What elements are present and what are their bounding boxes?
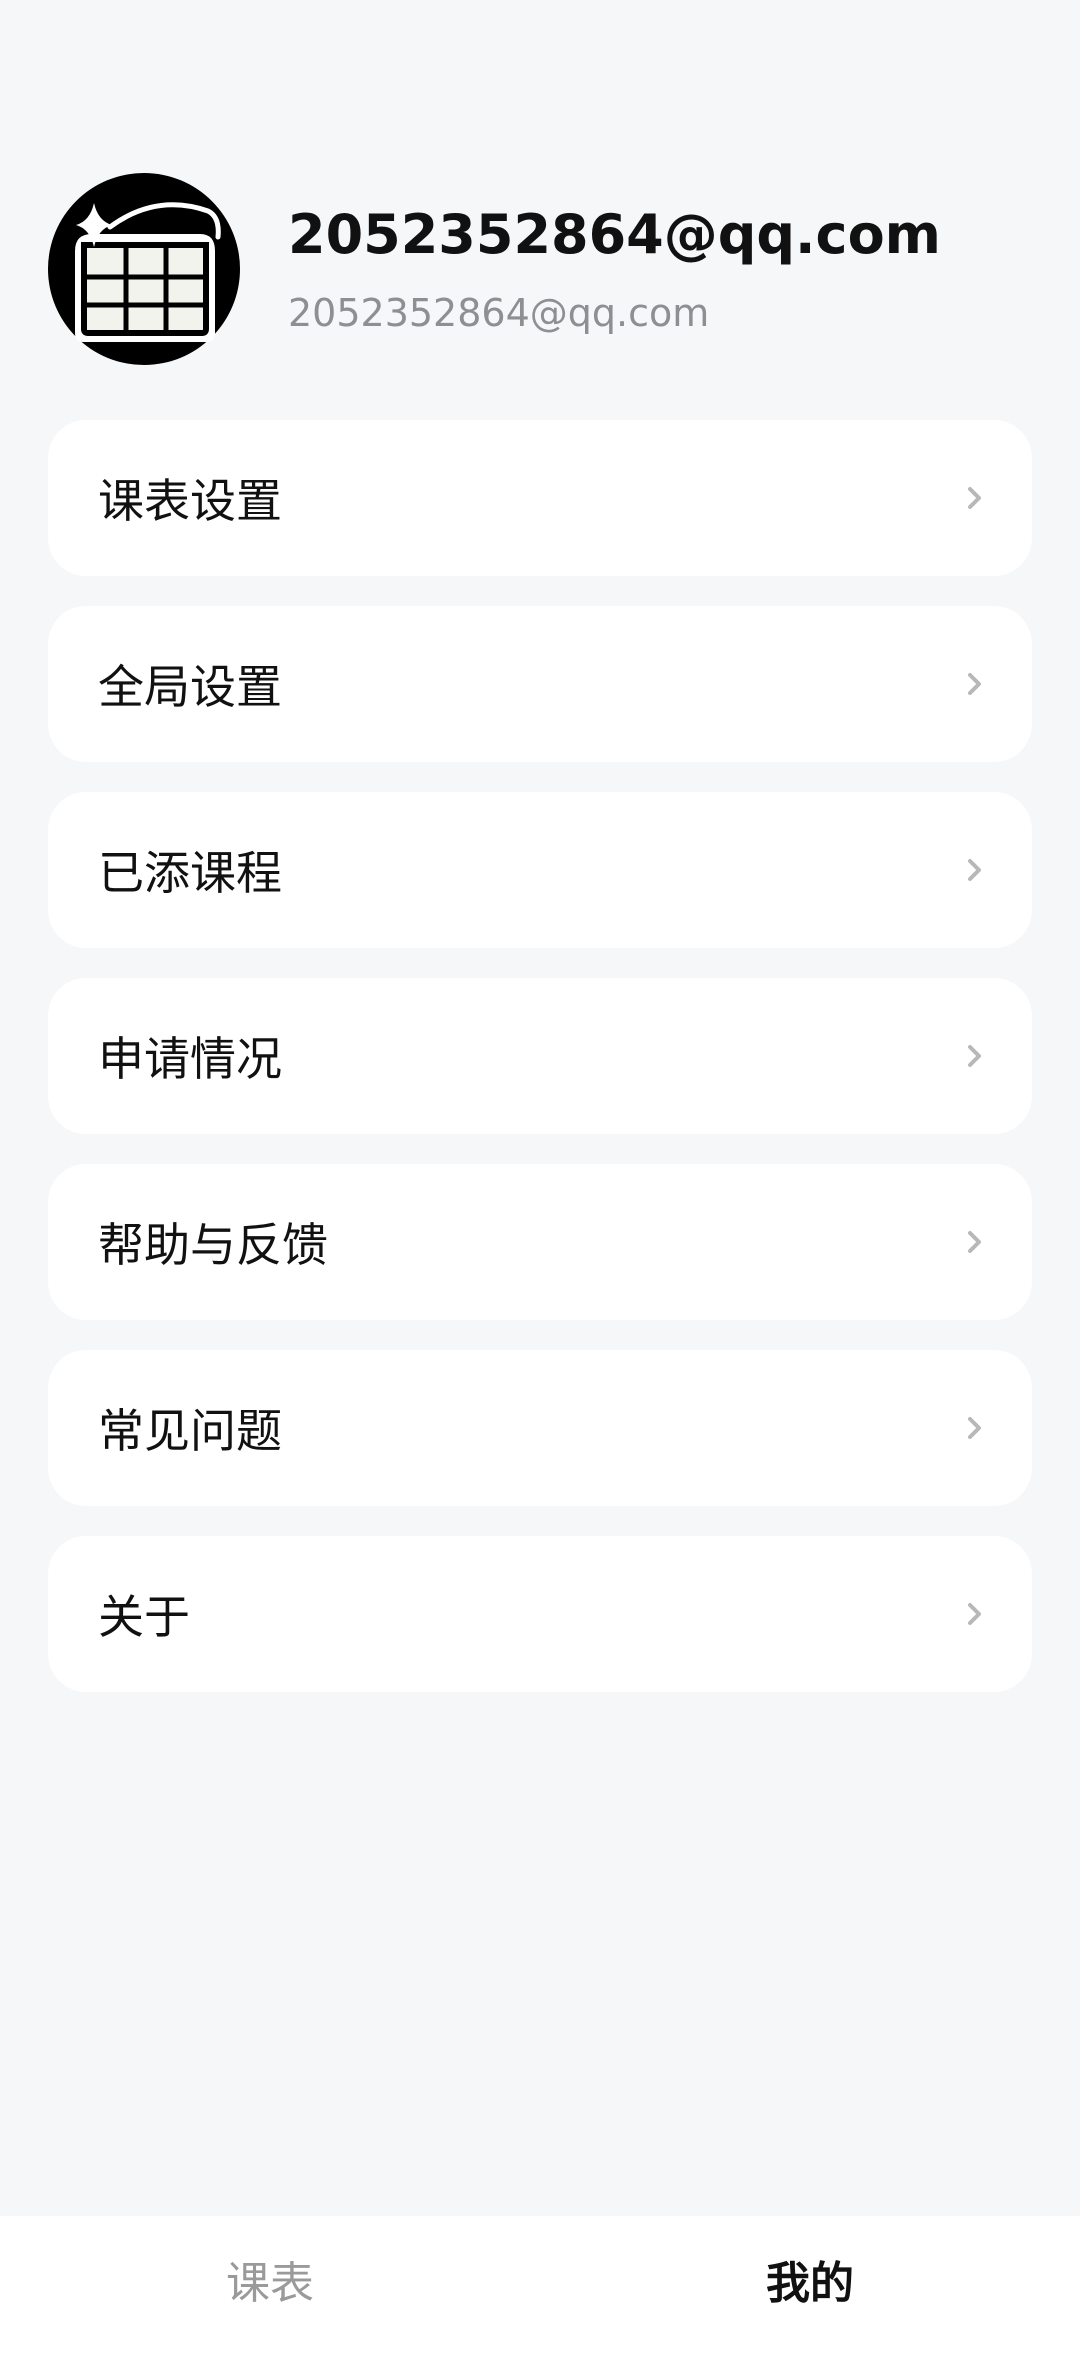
timetable-sparkle-icon [75, 202, 221, 342]
menu-item-label: 全局设置 [98, 660, 282, 714]
menu-item-label: 帮助与反馈 [98, 1218, 328, 1272]
profile-header[interactable]: 2052352864@qq.com 2052352864@qq.com [48, 173, 1032, 368]
menu-item-label: 课表设置 [98, 474, 282, 528]
tab-schedule[interactable]: 课表 [0, 2216, 540, 2342]
menu-item-schedule-settings[interactable]: 课表设置 [48, 420, 1032, 576]
menu-item-label: 已添课程 [98, 846, 282, 900]
menu-item-label: 常见问题 [98, 1404, 282, 1458]
tab-mine[interactable]: 我的 [540, 2216, 1080, 2342]
menu-item-help-feedback[interactable]: 帮助与反馈 [48, 1164, 1032, 1320]
chevron-right-icon [968, 487, 981, 509]
chevron-right-icon [968, 1045, 981, 1067]
chevron-right-icon [968, 673, 981, 695]
bottom-tab-bar: 课表 我的 [0, 2216, 1080, 2374]
chevron-right-icon [968, 1231, 981, 1253]
menu-item-application-status[interactable]: 申请情况 [48, 978, 1032, 1134]
chevron-right-icon [968, 1603, 981, 1625]
menu-item-label: 申请情况 [98, 1032, 282, 1086]
menu-item-added-courses[interactable]: 已添课程 [48, 792, 1032, 948]
settings-menu: 课表设置 全局设置 已添课程 申请情况 帮助与反馈 常见问题 关于 [48, 420, 1032, 1722]
avatar[interactable] [48, 173, 240, 365]
menu-item-about[interactable]: 关于 [48, 1536, 1032, 1692]
menu-item-global-settings[interactable]: 全局设置 [48, 606, 1032, 762]
profile-name: 2052352864@qq.com [288, 203, 941, 266]
profile-email: 2052352864@qq.com [288, 291, 710, 335]
menu-item-faq[interactable]: 常见问题 [48, 1350, 1032, 1506]
chevron-right-icon [968, 1417, 981, 1439]
chevron-right-icon [968, 859, 981, 881]
menu-item-label: 关于 [98, 1590, 190, 1644]
